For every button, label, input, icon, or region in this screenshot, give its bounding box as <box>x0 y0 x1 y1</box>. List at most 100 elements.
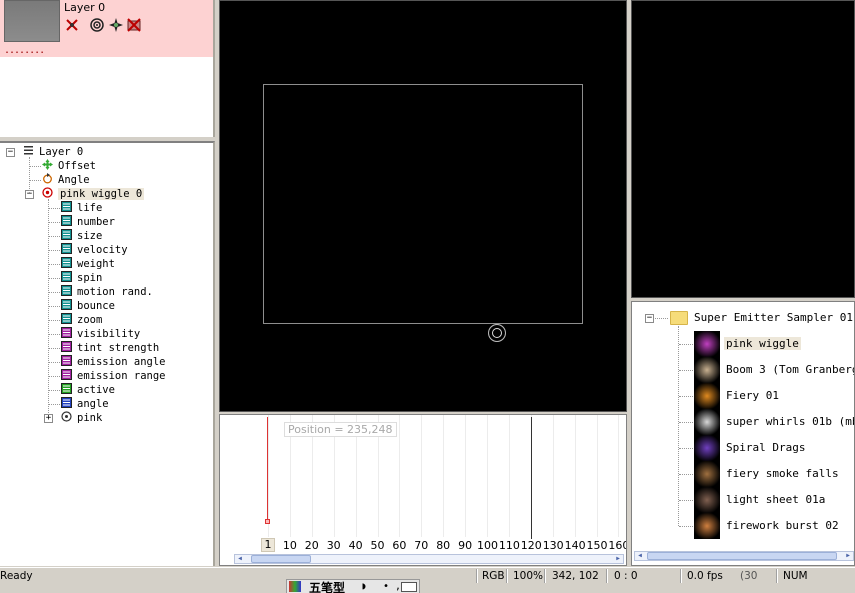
tree-item-label: number <box>77 216 115 228</box>
timeline-graph[interactable]: Position = 235,248 1 10 20 30 40 50 60 70 80 90 1… <box>219 414 627 566</box>
library-item-label: Spiral Drags <box>726 441 806 454</box>
emitter-thumbnail <box>694 513 720 539</box>
library-scroll-thumb[interactable] <box>647 552 837 560</box>
timeline-tick-label: 90 <box>458 539 473 552</box>
timeline-scrollbar[interactable]: ◀ ▶ <box>234 554 624 564</box>
graph-teal-icon <box>61 313 72 324</box>
tree-item-tint-strength[interactable]: tint strength <box>61 341 159 355</box>
rotate-icon <box>42 173 53 184</box>
ime-mode-label[interactable]: 五笔型 <box>309 579 345 593</box>
tree-item-pink[interactable]: pink <box>61 411 102 425</box>
graph-purple-icon <box>61 327 72 338</box>
tree-item-angle[interactable]: Angle <box>42 173 90 187</box>
lib-scroll-left-icon[interactable]: ◀ <box>635 552 645 560</box>
layer-thumbnail <box>4 0 60 42</box>
tree-item-motion-rand[interactable]: motion rand. <box>61 285 153 299</box>
tree-item-life[interactable]: life <box>61 201 102 215</box>
tree-item-label: weight <box>77 258 115 270</box>
tree-item-label: emission angle <box>77 356 166 368</box>
timeline-scroll-thumb[interactable] <box>251 555 311 563</box>
keyframe-point[interactable] <box>265 519 270 524</box>
tree-item-size[interactable]: size <box>61 229 102 243</box>
timeline-tick-label: 40 <box>348 539 363 552</box>
expand-particle-icon[interactable]: + <box>44 414 53 423</box>
graph-teal-icon <box>61 229 72 240</box>
emitter-target-icon <box>42 187 53 198</box>
emitter-thumbnail <box>694 383 720 409</box>
tree-item-active[interactable]: active <box>61 383 115 397</box>
sparkle-icon[interactable] <box>109 18 123 32</box>
timeline-tick-label: 110 <box>498 539 520 552</box>
status-color-mode: RGB <box>482 570 505 582</box>
tree-item-label: emission range <box>77 370 166 382</box>
layer-name: Layer 0 <box>64 1 106 14</box>
emitter-handle[interactable] <box>488 324 506 342</box>
target-icon[interactable] <box>90 18 104 32</box>
tree-item-label: motion rand. <box>77 286 153 298</box>
tree-item-label: visibility <box>77 328 141 340</box>
tree-item-pink-wiggle-0[interactable]: pink wiggle 0 <box>42 187 145 201</box>
layer-dots: ........ <box>4 45 45 56</box>
cross-arrows-icon <box>42 159 53 170</box>
timeline-tick-label: 140 <box>564 539 586 552</box>
layer-panel: Layer 0 ........ <box>0 0 215 137</box>
library-item-label: pink wiggle <box>724 337 801 350</box>
tree-item-label: active <box>77 384 115 396</box>
folder-icon <box>670 311 688 325</box>
lib-scroll-right-icon[interactable]: ▶ <box>843 552 853 560</box>
particle-target-icon <box>61 411 72 422</box>
status-zoom: 100% <box>513 570 544 582</box>
ime-punct-icon[interactable]: • , <box>383 581 401 592</box>
tree-item-spin[interactable]: spin <box>61 271 102 285</box>
tree-item-angle[interactable]: angle <box>61 397 109 411</box>
tree-item-weight[interactable]: weight <box>61 257 115 271</box>
current-frame-marker[interactable] <box>267 417 268 521</box>
collapse-layer-icon[interactable]: − <box>6 148 15 157</box>
tree-item-bounce[interactable]: bounce <box>61 299 115 313</box>
status-fps: 0.0 fps <box>687 570 723 582</box>
tree-item-velocity[interactable]: velocity <box>61 243 128 257</box>
timeline-tick-label: 150 <box>586 539 608 552</box>
tree-item-layer-0[interactable]: Layer 0 <box>23 145 83 159</box>
library-item-label: super whirls 01b (mb) <box>726 415 855 428</box>
ime-keyboard-icon[interactable] <box>401 582 417 592</box>
end-frame-marker[interactable] <box>531 417 532 539</box>
timeline-tick-label: 120 <box>520 539 542 552</box>
status-coords: 342, 102 <box>552 570 599 582</box>
hide-layer-icon[interactable] <box>65 18 79 32</box>
tree-item-number[interactable]: number <box>61 215 115 229</box>
library-item-label: light sheet 01a <box>726 493 826 506</box>
scroll-left-icon[interactable]: ◀ <box>235 555 245 563</box>
position-readout: Position = 235,248 <box>284 422 397 437</box>
tree-item-label: Offset <box>58 160 96 172</box>
tree-item-zoom[interactable]: zoom <box>61 313 102 327</box>
collapse-folder-icon[interactable]: − <box>645 314 654 323</box>
ime-toolbar[interactable]: 五笔型 ◗ • , <box>286 579 420 593</box>
tree-item-label: life <box>77 202 103 214</box>
status-fps-extra: (30 <box>740 570 758 582</box>
tree-item-offset[interactable]: Offset <box>42 159 96 173</box>
tree-item-label: zoom <box>77 314 103 326</box>
tree-item-visibility[interactable]: visibility <box>61 327 140 341</box>
status-num: NUM <box>783 570 808 582</box>
stage-canvas[interactable] <box>219 0 627 412</box>
graph-teal-icon <box>61 299 72 310</box>
graph-green-icon <box>61 383 72 394</box>
ime-moon-icon[interactable]: ◗ <box>361 581 367 592</box>
tree-item-emission-angle[interactable]: emission angle <box>61 355 166 369</box>
timeline-tick-label: 10 <box>282 539 297 552</box>
tree-item-label: Layer 0 <box>39 146 84 158</box>
graph-teal-icon <box>61 243 72 254</box>
scroll-right-icon[interactable]: ▶ <box>613 555 623 563</box>
tree-item-label: tint strength <box>77 342 160 354</box>
tree-item-emission-range[interactable]: emission range <box>61 369 166 383</box>
graph-purple-icon <box>61 355 72 366</box>
disable-emitter-icon[interactable] <box>127 18 141 32</box>
library-scrollbar[interactable]: ◀ ▶ <box>634 551 854 561</box>
tree-item-label: size <box>77 230 103 242</box>
library-item-label: fiery smoke falls <box>726 467 839 480</box>
graph-teal-icon <box>61 201 72 212</box>
layer-card[interactable]: Layer 0 ........ <box>0 0 213 57</box>
status-time: 0 : 0 <box>614 570 638 582</box>
library-folder-name[interactable]: Super Emitter Sampler 01 <box>694 311 853 324</box>
